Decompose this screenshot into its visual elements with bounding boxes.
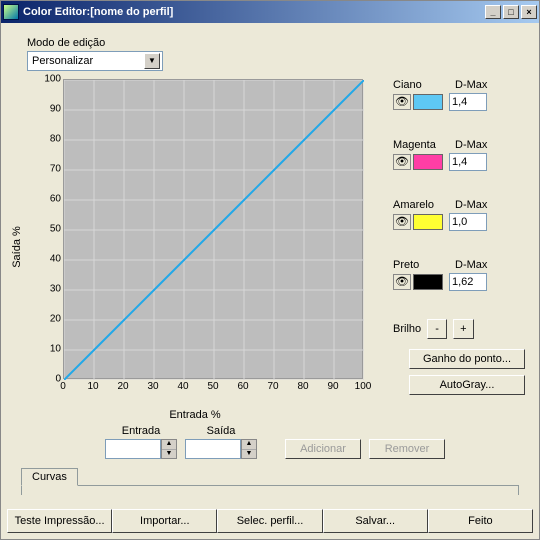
save-button[interactable]: Salvar... <box>323 509 428 533</box>
entrada-input[interactable] <box>105 439 161 459</box>
x-tick: 20 <box>117 381 128 392</box>
y-tick: 60 <box>35 194 61 205</box>
channel-name: Preto <box>393 259 447 271</box>
dmax-input[interactable]: 1,0 <box>449 213 487 231</box>
eye-icon[interactable]: 👁 <box>393 214 411 230</box>
dmax-label: D-Max <box>455 79 487 91</box>
brightness-label: Brilho <box>393 323 421 335</box>
brightness-minus-button[interactable]: - <box>427 319 447 339</box>
import-button[interactable]: Importar... <box>112 509 217 533</box>
channel-name: Ciano <box>393 79 447 91</box>
dmax-label: D-Max <box>455 139 487 151</box>
brightness-row: Brilho - + <box>393 319 525 339</box>
y-tick: 80 <box>35 134 61 145</box>
x-axis-ticks: 0102030405060708090100 <box>63 381 367 397</box>
channel-ciano: Ciano D-Max 👁 1,4 <box>393 79 525 111</box>
color-swatch[interactable] <box>413 94 443 110</box>
y-tick: 50 <box>35 224 61 235</box>
x-tick: 100 <box>355 381 372 392</box>
color-swatch[interactable] <box>413 154 443 170</box>
remove-point-button[interactable]: Remover <box>369 439 445 459</box>
side-panel: CianoD-Max👁1,4MagentaD-Max👁1,4AmareloD-M… <box>375 77 525 395</box>
window-title: Color Editor:[nome do perfil] <box>23 6 485 18</box>
saida-spinner[interactable]: ▲▼ <box>241 439 257 459</box>
y-tick: 100 <box>35 74 61 85</box>
dmax-label: D-Max <box>455 199 487 211</box>
channel-name: Amarelo <box>393 199 447 211</box>
app-window: Color Editor:[nome do perfil] _ □ × Modo… <box>0 0 540 540</box>
curve-chart[interactable]: Saída % 0102030405060708090100 010203040… <box>15 77 375 417</box>
channel-name: Magenta <box>393 139 447 151</box>
chevron-down-icon: ▼ <box>144 53 160 69</box>
eye-icon[interactable]: 👁 <box>393 154 411 170</box>
y-tick: 10 <box>35 344 61 355</box>
x-tick: 80 <box>297 381 308 392</box>
saida-input[interactable] <box>185 439 241 459</box>
dot-gain-button[interactable]: Ganho do ponto... <box>409 349 525 369</box>
edit-mode-value: Personalizar <box>32 55 93 67</box>
autogray-button[interactable]: AutoGray... <box>409 375 525 395</box>
select-profile-button[interactable]: Selec. perfil... <box>217 509 322 533</box>
minimize-button[interactable]: _ <box>485 5 501 19</box>
tab-strip: Curvas <box>21 485 519 495</box>
dmax-label: D-Max <box>455 259 487 271</box>
y-tick: 40 <box>35 254 61 265</box>
io-row: Entrada ▲▼ Saída ▲▼ Adicionar Remover <box>105 425 525 459</box>
x-tick: 90 <box>327 381 338 392</box>
y-tick: 0 <box>35 374 61 385</box>
maximize-button[interactable]: □ <box>503 5 519 19</box>
x-tick: 70 <box>267 381 278 392</box>
brightness-plus-button[interactable]: + <box>453 319 473 339</box>
app-icon <box>3 4 19 20</box>
add-point-button[interactable]: Adicionar <box>285 439 361 459</box>
x-tick: 30 <box>147 381 158 392</box>
y-axis-ticks: 0102030405060708090100 <box>35 77 61 381</box>
channel-magenta: Magenta D-Max 👁 1,4 <box>393 139 525 171</box>
eye-icon[interactable]: 👁 <box>393 274 411 290</box>
test-print-button[interactable]: Teste Impressão... <box>7 509 112 533</box>
tab-curvas[interactable]: Curvas <box>21 468 78 486</box>
x-tick: 50 <box>207 381 218 392</box>
y-axis-label: Saída % <box>11 226 23 268</box>
bottom-bar: Teste Impressão... Importar... Selec. pe… <box>1 505 539 539</box>
edit-mode-label: Modo de edição <box>27 37 525 49</box>
x-tick: 0 <box>60 381 66 392</box>
color-swatch[interactable] <box>413 214 443 230</box>
edit-mode-select[interactable]: Personalizar ▼ <box>27 51 163 71</box>
x-tick: 10 <box>87 381 98 392</box>
dmax-input[interactable]: 1,4 <box>449 93 487 111</box>
close-button[interactable]: × <box>521 5 537 19</box>
titlebar: Color Editor:[nome do perfil] _ □ × <box>1 1 539 23</box>
saida-label: Saída <box>207 425 236 437</box>
y-tick: 30 <box>35 284 61 295</box>
y-tick: 70 <box>35 164 61 175</box>
dmax-input[interactable]: 1,4 <box>449 153 487 171</box>
channel-preto: Preto D-Max 👁 1,62 <box>393 259 525 291</box>
eye-icon[interactable]: 👁 <box>393 94 411 110</box>
done-button[interactable]: Feito <box>428 509 533 533</box>
dmax-input[interactable]: 1,62 <box>449 273 487 291</box>
client-area: Modo de edição Personalizar ▼ Saída % 0 1… <box>1 23 539 505</box>
channel-amarelo: Amarelo D-Max 👁 1,0 <box>393 199 525 231</box>
entrada-label: Entrada <box>122 425 161 437</box>
color-swatch[interactable] <box>413 274 443 290</box>
plot-area[interactable] <box>63 79 363 379</box>
x-tick: 60 <box>237 381 248 392</box>
x-tick: 40 <box>177 381 188 392</box>
x-axis-label: Entrada % <box>169 409 220 421</box>
y-tick: 20 <box>35 314 61 325</box>
y-tick: 90 <box>35 104 61 115</box>
entrada-spinner[interactable]: ▲▼ <box>161 439 177 459</box>
